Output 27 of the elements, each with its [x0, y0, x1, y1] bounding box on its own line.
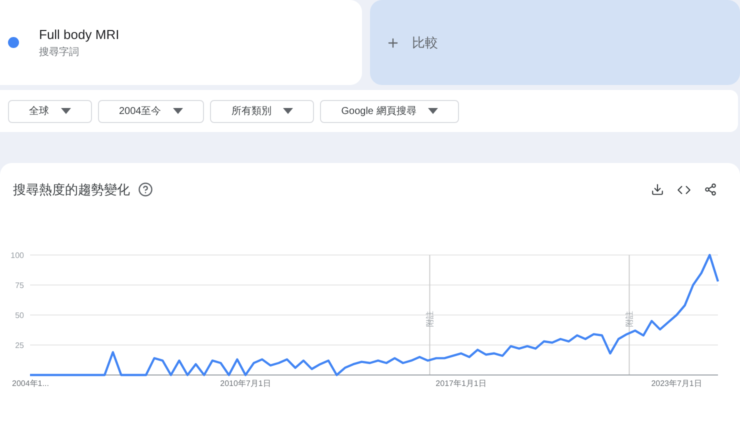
- term-subtitle: 搜尋字詞: [39, 46, 80, 60]
- dropdown-caret-icon: [61, 108, 71, 114]
- x-tick-label: 2010年7月1日: [220, 378, 271, 388]
- y-tick-label: 25: [15, 340, 24, 350]
- filter-dropdown[interactable]: 所有類別: [210, 100, 314, 122]
- x-tick-label: 2017年1月1日: [436, 378, 486, 388]
- search-term-card[interactable]: Full body MRI 搜尋字詞: [0, 0, 362, 85]
- plus-icon: [386, 36, 400, 50]
- dropdown-caret-icon: [428, 108, 438, 114]
- x-tick-label: 2023年7月1日: [651, 378, 702, 388]
- download-icon[interactable]: [651, 183, 664, 196]
- x-tick-label: 2004年1...: [12, 378, 49, 388]
- filter-dropdown[interactable]: Google 網頁搜尋: [320, 100, 460, 122]
- y-tick-label: 50: [15, 310, 24, 320]
- chart-title: 搜尋熱度的趨勢變化: [13, 181, 130, 199]
- help-icon[interactable]: [138, 182, 153, 198]
- dropdown-caret-icon: [173, 108, 184, 114]
- y-tick-label: 75: [15, 280, 24, 290]
- dropdown-caret-icon: [283, 108, 294, 114]
- annotation-label: 附註: [625, 310, 634, 326]
- term-name: Full body MRI: [39, 26, 120, 44]
- filter-dropdown[interactable]: 全球: [8, 100, 92, 122]
- filter-dropdown[interactable]: 2004至今: [98, 100, 204, 122]
- share-icon[interactable]: [704, 183, 717, 196]
- y-tick-label: 100: [10, 250, 24, 260]
- compare-button[interactable]: 比較: [370, 0, 740, 85]
- annotation-label: 附註: [426, 310, 435, 326]
